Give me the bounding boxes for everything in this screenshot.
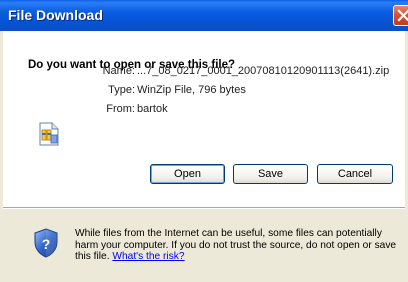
file-type: WinZip File, 796 bytes (137, 84, 246, 96)
security-shield-icon: ? (34, 228, 58, 258)
svg-text:?: ? (42, 236, 51, 252)
file-source: bartok (137, 103, 168, 115)
dialog-title: File Download (8, 7, 103, 23)
close-button[interactable] (393, 5, 408, 26)
file-download-dialog: File Download Do you want to open or sav… (0, 0, 408, 282)
cancel-button[interactable]: Cancel (317, 164, 393, 184)
save-button[interactable]: Save (233, 164, 308, 184)
close-icon (397, 9, 408, 22)
title-bar[interactable]: File Download (0, 0, 408, 31)
from-label: From: (106, 103, 135, 115)
file-name: ...7_08_0217_0001_20070810120901113(2641… (137, 65, 390, 77)
security-warning: While files from the Internet can be use… (75, 228, 405, 263)
risk-link[interactable]: What's the risk? (112, 251, 184, 262)
open-button[interactable]: Open (150, 164, 225, 184)
name-label: Name: (102, 65, 135, 77)
divider (3, 207, 408, 209)
type-label: Type: (108, 84, 135, 96)
zip-file-icon (39, 122, 59, 146)
